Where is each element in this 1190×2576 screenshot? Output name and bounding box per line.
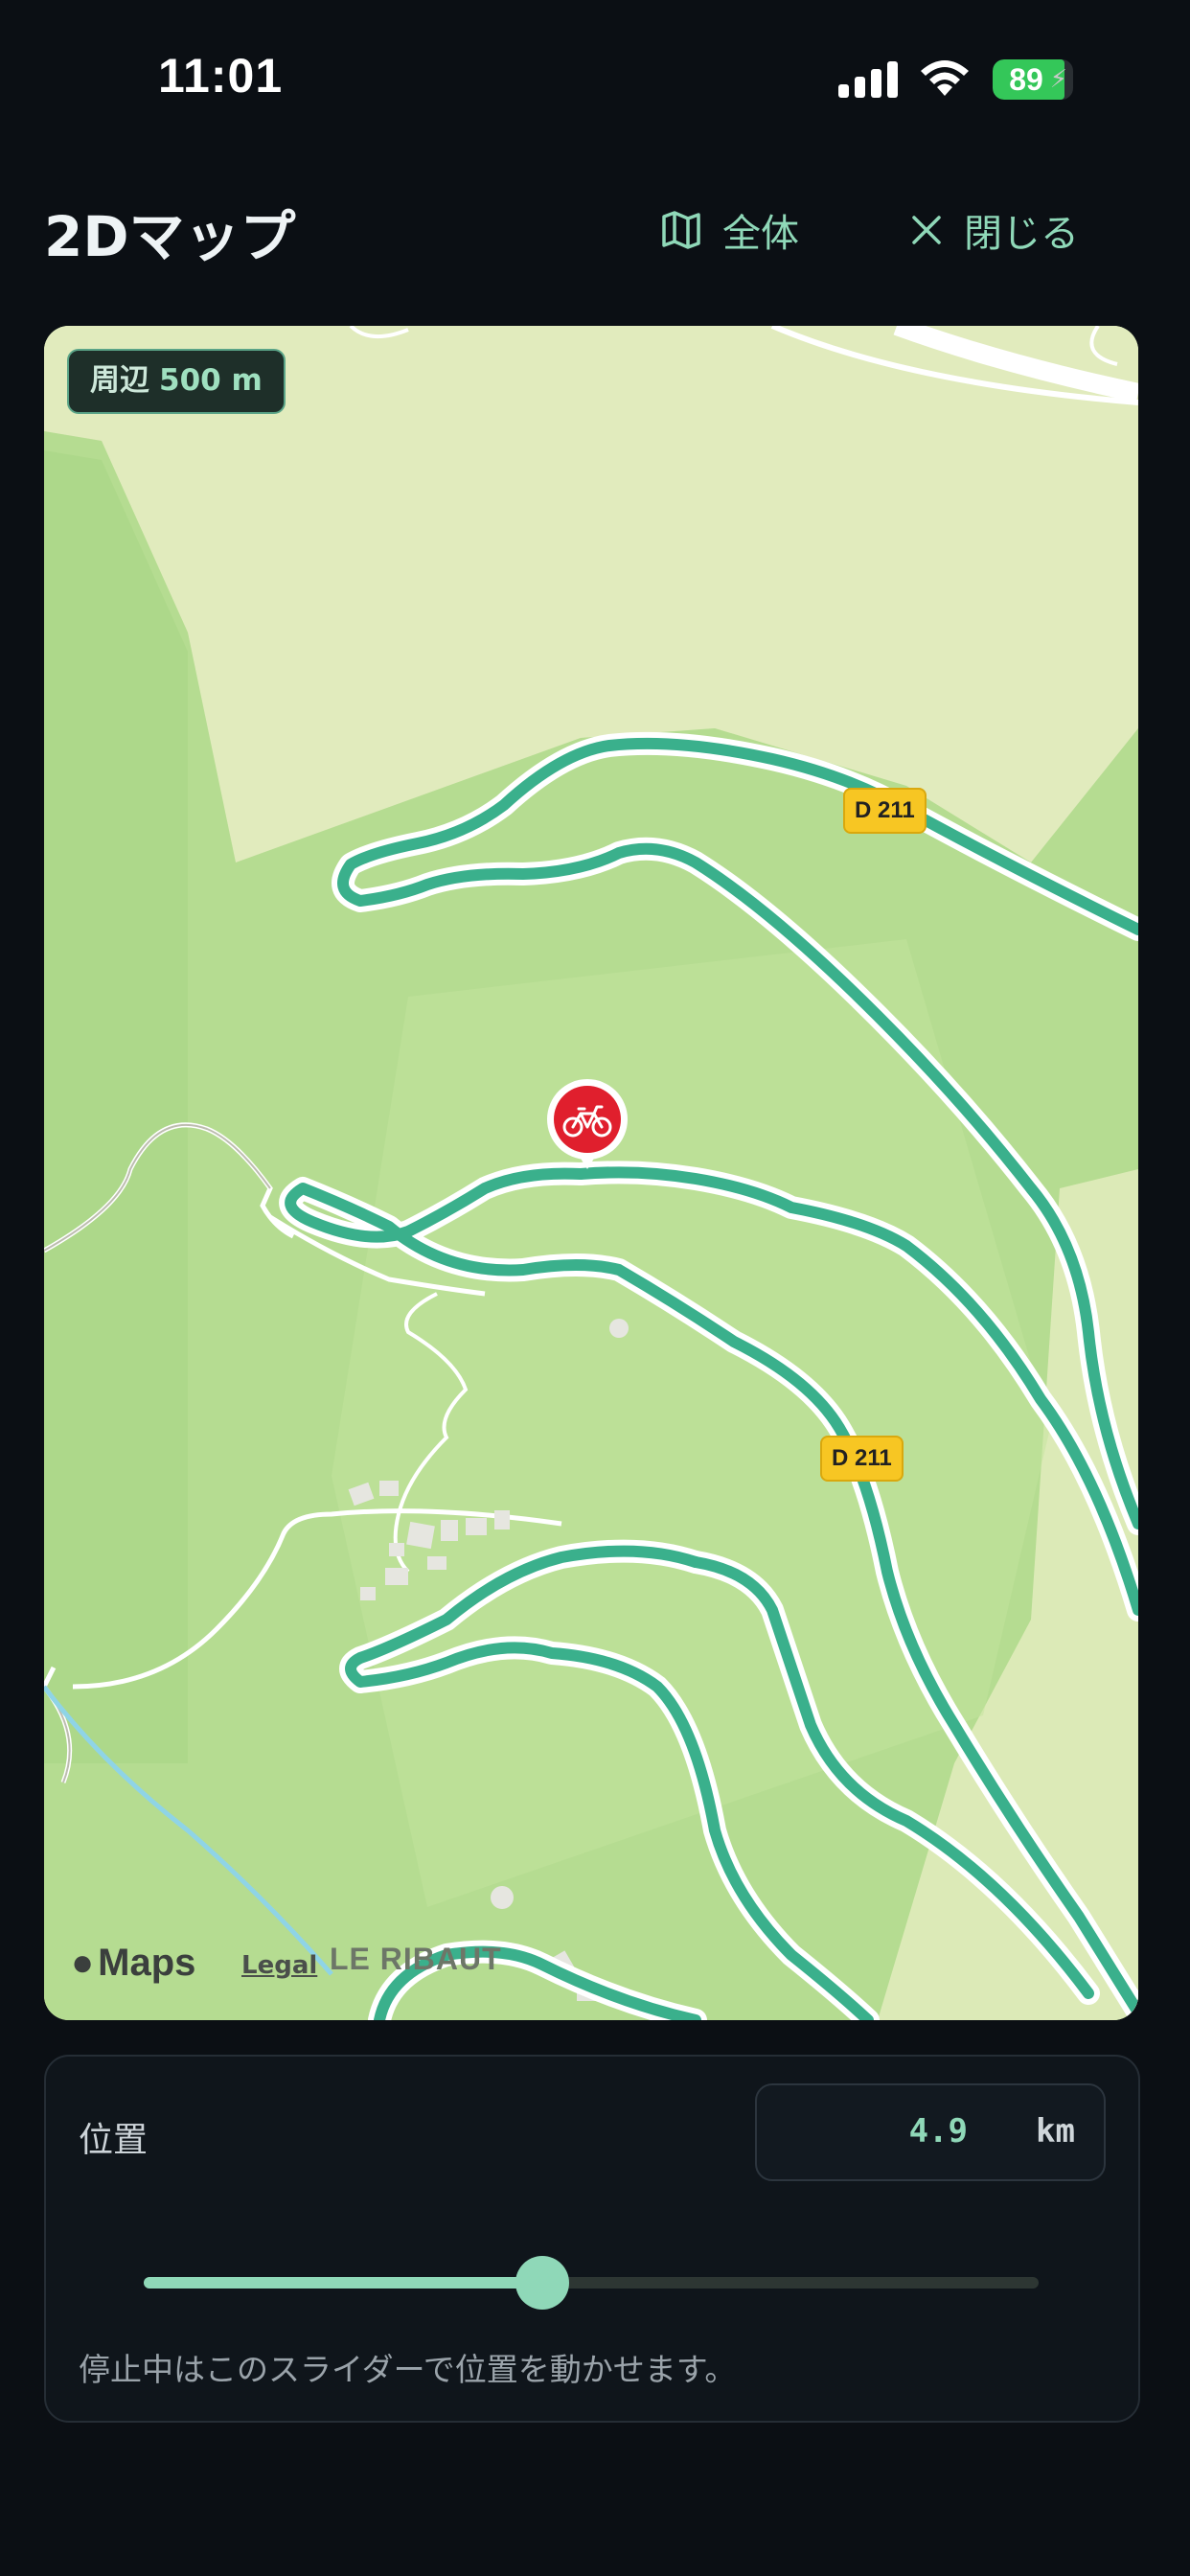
radius-value: 500 m bbox=[159, 363, 263, 398]
charging-bolt-icon: ⚡ bbox=[1049, 65, 1067, 94]
status-bar: 11:01 89 ⚡ bbox=[0, 0, 1190, 144]
position-slider[interactable] bbox=[144, 2256, 1039, 2310]
cellular-signal-icon bbox=[838, 61, 898, 98]
close-label: 閉じる bbox=[964, 212, 1079, 256]
battery-icon: 89 ⚡ bbox=[993, 59, 1073, 100]
position-unit: km bbox=[1036, 2112, 1075, 2150]
slider-fill bbox=[144, 2277, 542, 2288]
position-value-field[interactable]: 4.9 km bbox=[755, 2083, 1106, 2181]
close-button[interactable]: 閉じる bbox=[910, 201, 1079, 259]
slider-hint: 停止中はこのスライダーで位置を動かせます。 bbox=[79, 2351, 737, 2388]
map-view[interactable]: 周辺 500 m D 211 D 211 ● Maps Legal LE RIBAU… bbox=[44, 326, 1138, 2020]
wifi-icon bbox=[921, 60, 969, 96]
road-label-d211: D 211 bbox=[820, 1436, 904, 1482]
bicycle-location-pin-icon[interactable] bbox=[544, 1077, 630, 1173]
radius-badge: 周辺 500 m bbox=[67, 349, 286, 414]
radius-label: 周辺 bbox=[90, 363, 149, 398]
position-label: 位置 bbox=[79, 2121, 149, 2160]
road-label-d211: D 211 bbox=[843, 788, 927, 834]
maps-logo-text: Maps bbox=[98, 1942, 196, 1984]
legal-link[interactable]: Legal bbox=[241, 1951, 317, 1980]
status-time: 11:01 bbox=[158, 49, 284, 103]
map-icon bbox=[662, 211, 700, 249]
slider-thumb[interactable] bbox=[515, 2256, 569, 2310]
page-title: 2Dマップ bbox=[44, 204, 296, 269]
place-label: LE RIBAUT bbox=[330, 1942, 502, 1976]
apple-maps-logo: ● Maps bbox=[71, 1942, 195, 1985]
apple-logo-icon: ● bbox=[71, 1942, 95, 1984]
position-panel: 位置 4.9 km 停止中はこのスライダーで位置を動かせます。 bbox=[44, 2055, 1140, 2423]
overview-label: 全体 bbox=[722, 212, 799, 256]
map-terrain bbox=[44, 326, 1138, 2020]
position-value: 4.9 bbox=[908, 2112, 968, 2150]
close-icon bbox=[912, 216, 941, 244]
overview-button[interactable]: 全体 bbox=[661, 201, 799, 259]
